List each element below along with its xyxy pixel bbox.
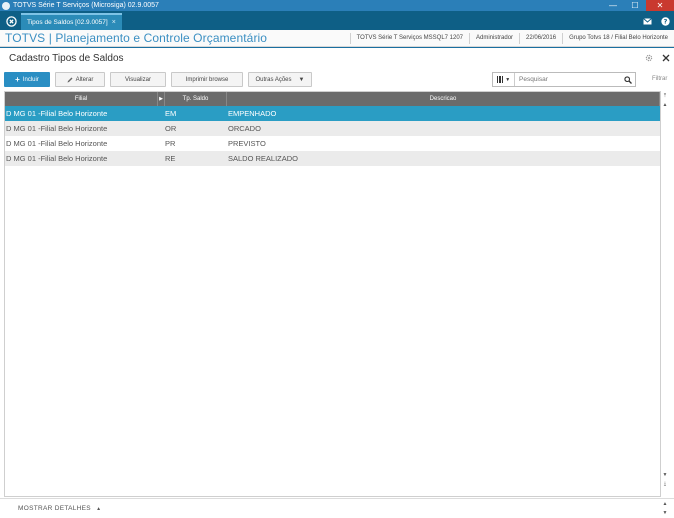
cell-descricao: PREVISTO bbox=[228, 139, 266, 148]
action-toolbar: + Incluir Alterar Visualizar Imprimir br… bbox=[4, 72, 312, 87]
cell-filial: D MG 01 -Filial Belo Horizonte bbox=[6, 124, 108, 133]
date-info: 22/06/2016 bbox=[519, 32, 562, 44]
scroll-down-icon[interactable]: ▼ bbox=[661, 470, 669, 479]
cell-filial: D MG 01 -Filial Belo Horizonte bbox=[6, 154, 108, 163]
cell-filial: D MG 01 -Filial Belo Horizonte bbox=[6, 139, 108, 148]
col-sort-icon[interactable]: ▶ bbox=[158, 92, 165, 106]
pencil-icon bbox=[67, 77, 73, 82]
imprimir-label: Imprimir browse bbox=[185, 76, 229, 83]
module-title: TOTVS | Planejamento e Controle Orçament… bbox=[5, 31, 268, 45]
mostrar-detalhes-toggle[interactable]: MOSTRAR DETALHES ▲ bbox=[18, 505, 101, 512]
maximize-button[interactable]: ☐ bbox=[624, 0, 646, 11]
window-title-bar: TOTVS Série T Serviços (Microsiga) 02.9.… bbox=[0, 0, 674, 11]
app-tab-bar: Tipos de Saldos [02.9.0057] × ? bbox=[0, 11, 674, 30]
outras-acoes-button[interactable]: Outras Ações ▼ bbox=[248, 72, 312, 87]
caret-up-icon: ▲ bbox=[96, 506, 102, 512]
app-logo-icon bbox=[2, 1, 10, 10]
tab-label: Tipos de Saldos [02.9.0057] bbox=[27, 19, 108, 26]
column-selector-button[interactable]: ▼ bbox=[493, 73, 515, 86]
search-icon bbox=[624, 75, 632, 84]
search-button[interactable] bbox=[621, 75, 635, 84]
gear-icon bbox=[645, 54, 653, 62]
search-box: ▼ bbox=[492, 72, 636, 87]
footer-scrollbar[interactable]: ▲ ▼ bbox=[661, 499, 669, 517]
footer-bar: MOSTRAR DETALHES ▲ ▲ ▼ bbox=[0, 498, 674, 518]
scroll-up-icon[interactable]: ▲ bbox=[661, 100, 669, 109]
minimize-button[interactable]: — bbox=[602, 0, 624, 11]
help-icon: ? bbox=[660, 17, 670, 26]
incluir-button[interactable]: + Incluir bbox=[4, 72, 50, 87]
cell-tipo: EM bbox=[165, 109, 177, 118]
plus-icon: + bbox=[15, 75, 20, 84]
outras-label: Outras Ações bbox=[255, 76, 292, 83]
user-info: Administrador bbox=[469, 32, 519, 44]
alterar-button[interactable]: Alterar bbox=[55, 72, 105, 87]
table-row[interactable]: D MG 01 -Filial Belo Horizonte RE SALDO … bbox=[5, 151, 660, 166]
mostrar-detalhes-label: MOSTRAR DETALHES bbox=[18, 505, 91, 512]
table-row[interactable]: D MG 01 -Filial Belo Horizonte OR ORCADO bbox=[5, 121, 660, 136]
scroll-bottom-icon[interactable]: ⤓ bbox=[661, 479, 669, 488]
close-page-button[interactable] bbox=[662, 54, 670, 64]
cell-descricao: EMPENHADO bbox=[228, 109, 277, 118]
cell-tipo: OR bbox=[165, 124, 177, 133]
table-row[interactable]: D MG 01 -Filial Belo Horizonte PR PREVIS… bbox=[5, 136, 660, 151]
cell-descricao: ORCADO bbox=[228, 124, 261, 133]
search-input[interactable] bbox=[515, 73, 621, 86]
svg-text:?: ? bbox=[663, 18, 667, 26]
page-title: Cadastro Tipos de Saldos bbox=[9, 53, 124, 64]
caret-down-icon: ▼ bbox=[505, 76, 511, 83]
imprimir-browse-button[interactable]: Imprimir browse bbox=[171, 72, 243, 87]
environment-info: TOTVS Série T Serviços MSSQL7 1207 bbox=[349, 32, 469, 44]
scroll-up-icon[interactable]: ▲ bbox=[661, 499, 669, 508]
close-icon bbox=[662, 54, 670, 62]
cell-filial: D MG 01 -Filial Belo Horizonte bbox=[6, 109, 108, 118]
incluir-label: Incluir bbox=[22, 76, 39, 83]
col-header-filial[interactable]: Filial bbox=[5, 92, 158, 106]
scroll-top-icon[interactable]: ⤒ bbox=[661, 91, 669, 100]
cell-tipo: RE bbox=[165, 154, 176, 163]
home-button[interactable] bbox=[3, 13, 19, 29]
saldos-grid: Filial ▶ Tp. Saldo Descricao D MG 01 -Fi… bbox=[4, 91, 661, 497]
help-button[interactable]: ? bbox=[656, 13, 674, 30]
columns-icon bbox=[496, 76, 504, 83]
visualizar-label: Visualizar bbox=[125, 76, 151, 83]
tab-close-icon[interactable]: × bbox=[112, 19, 116, 26]
company-info[interactable]: Grupo Totvs 18 / Filial Belo Horizonte bbox=[562, 32, 674, 44]
settings-button[interactable] bbox=[645, 54, 653, 64]
caret-down-icon: ▼ bbox=[298, 76, 305, 83]
col-header-descricao[interactable]: Descricao bbox=[227, 92, 660, 106]
cell-tipo: PR bbox=[165, 139, 176, 148]
main-content: Cadastro Tipos de Saldos + Incluir Alter… bbox=[0, 48, 674, 518]
visualizar-button[interactable]: Visualizar bbox=[110, 72, 166, 87]
app-header: TOTVS | Planejamento e Controle Orçament… bbox=[0, 30, 674, 47]
table-row[interactable]: D MG 01 -Filial Belo Horizonte EM EMPENH… bbox=[5, 106, 660, 121]
alterar-label: Alterar bbox=[75, 76, 94, 83]
mail-icon bbox=[642, 18, 652, 25]
totvs-home-icon bbox=[5, 15, 17, 27]
close-window-button[interactable]: ✕ bbox=[646, 0, 674, 11]
grid-vertical-scrollbar[interactable]: ⤒ ▲ ▼ ⤓ bbox=[661, 91, 669, 497]
col-header-tp-saldo[interactable]: Tp. Saldo bbox=[165, 92, 227, 106]
tab-tipos-de-saldos[interactable]: Tipos de Saldos [02.9.0057] × bbox=[21, 13, 122, 30]
scroll-down-icon[interactable]: ▼ bbox=[661, 508, 669, 517]
messages-button[interactable] bbox=[638, 13, 656, 30]
filtrar-link[interactable]: Filtrar bbox=[652, 76, 667, 82]
grid-header: Filial ▶ Tp. Saldo Descricao bbox=[5, 92, 660, 106]
cell-descricao: SALDO REALIZADO bbox=[228, 154, 299, 163]
window-title: TOTVS Série T Serviços (Microsiga) 02.9.… bbox=[13, 2, 159, 9]
